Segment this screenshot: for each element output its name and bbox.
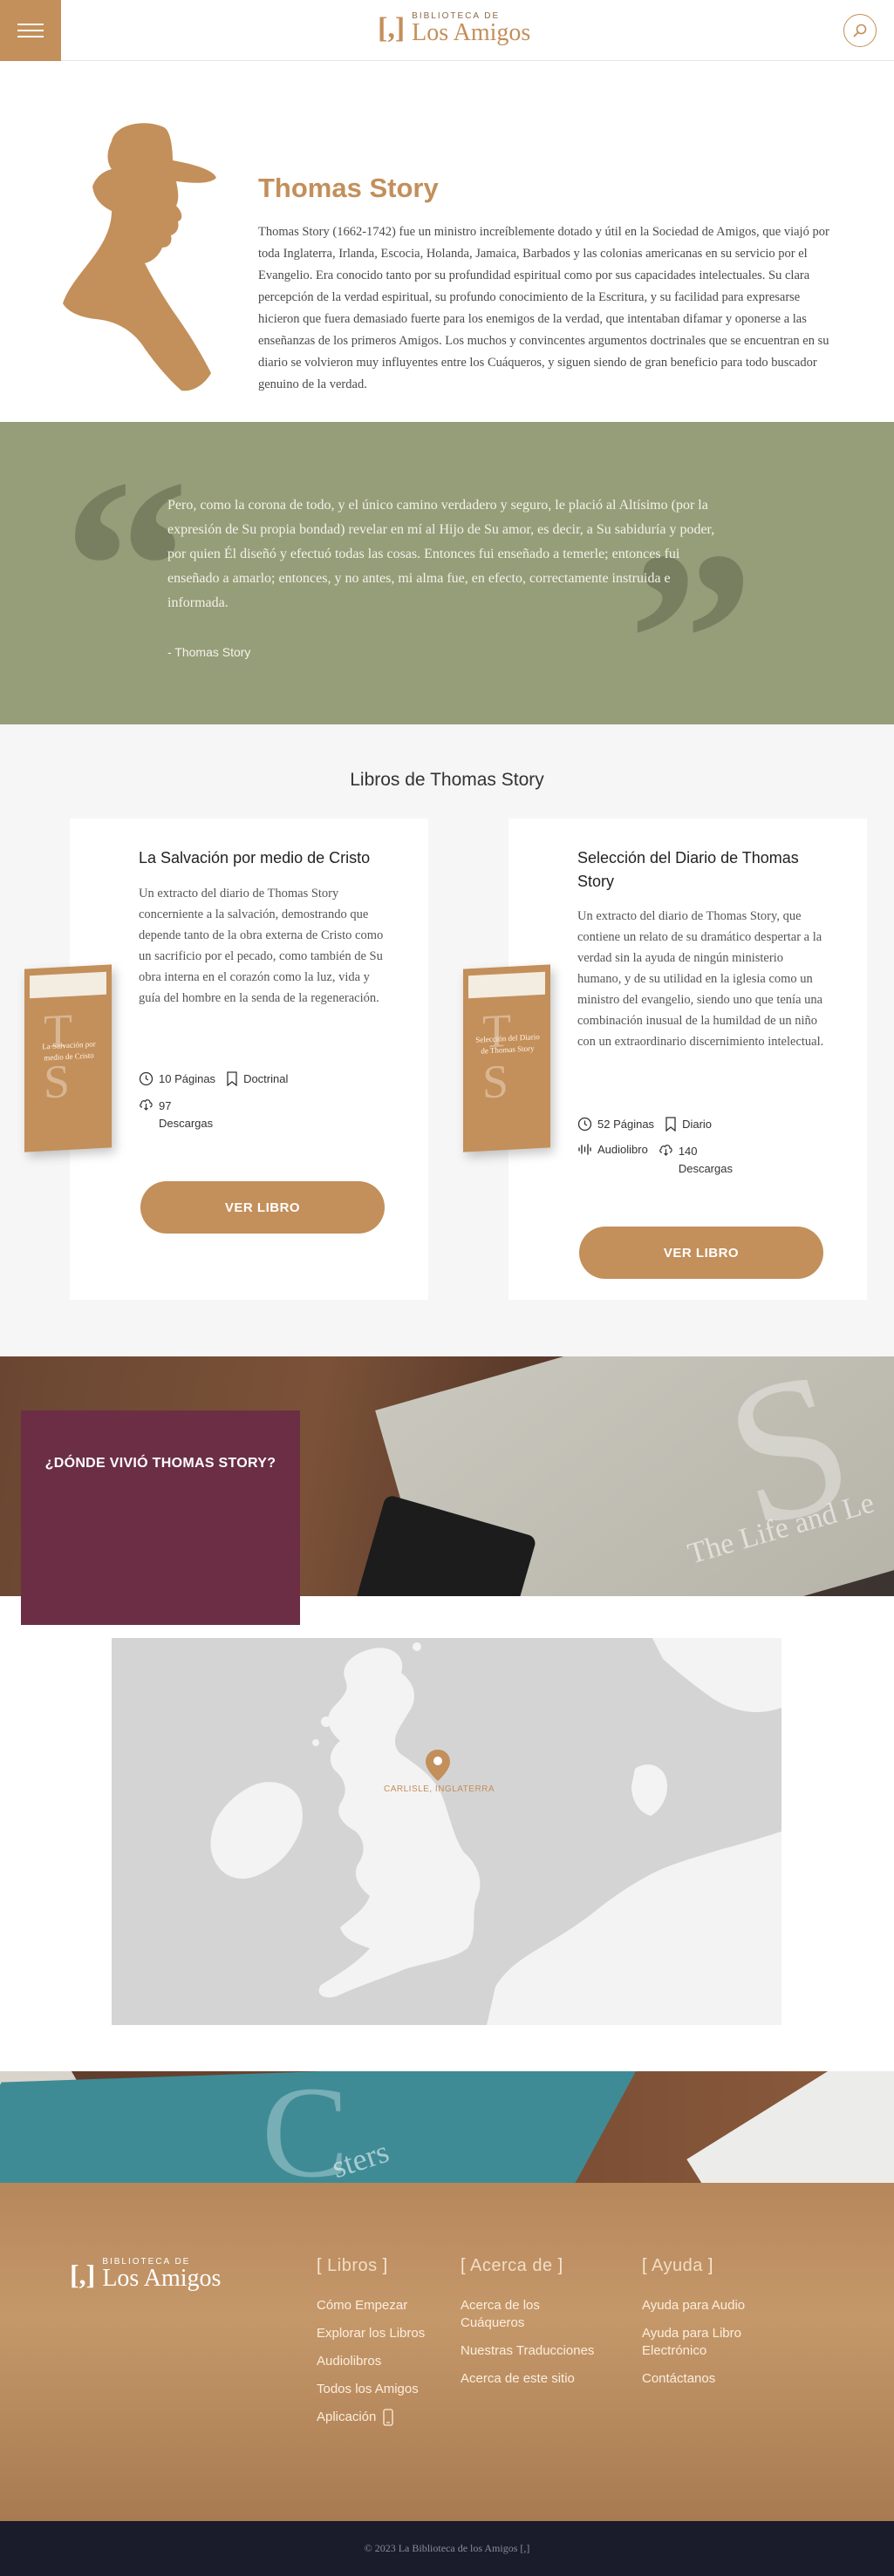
book-meta-row: 10 Páginas Doctrinal (139, 1071, 288, 1086)
map-marker-icon[interactable] (426, 1750, 450, 1781)
site-footer: [,] BIBLIOTECA DE Los Amigos [ Libros ] … (0, 2183, 894, 2521)
book-category: Diario (682, 1118, 713, 1131)
location-map[interactable]: CARLISLE, INGLATERRA (112, 1638, 781, 2025)
cloud-download-icon (140, 1099, 153, 1111)
footer-link[interactable]: Cómo Empezar (317, 2297, 425, 2314)
where-lived-box: ¿DÓNDE VIVIÓ THOMAS STORY? (21, 1410, 300, 1625)
audio-waveform-icon (578, 1144, 591, 1155)
downloads-label: Descargas (678, 1162, 733, 1175)
book-downloads: 97 Descargas (139, 1098, 213, 1132)
where-lived-title: ¿DÓNDE VIVIÓ THOMAS STORY? (44, 1456, 276, 1471)
view-book-button[interactable]: VER LIBRO (579, 1227, 823, 1279)
background-book-image (686, 2071, 894, 2183)
bookmark-icon (227, 1071, 237, 1086)
footer-link[interactable]: Ayuda para Audio (642, 2297, 781, 2314)
cover-letter: S (482, 1054, 509, 1109)
book-category: Doctrinal (243, 1072, 289, 1085)
downloads-text: 97 Descargas (159, 1098, 213, 1132)
book-cover[interactable]: T S La Salvación por medio de Cristo (24, 964, 112, 1152)
view-book-button[interactable]: VER LIBRO (140, 1181, 385, 1234)
footer-link[interactable]: Acerca de los Cuáqueros (461, 2297, 600, 2332)
footer-link[interactable]: Ayuda para Libro Electrónico (642, 2325, 781, 2360)
book-cover[interactable]: T S Selección del Diario de Thomas Story (463, 964, 550, 1152)
book-title[interactable]: La Salvación por medio de Cristo (139, 846, 400, 870)
logo-big-text: Los Amigos (412, 19, 531, 46)
book-meta-row: 52 Páginas Diario (577, 1117, 712, 1132)
cover-title: Selección del Diario de Thomas Story (475, 1032, 540, 1056)
copyright-bar: © 2023 La Biblioteca de los Amigos [,] (0, 2521, 894, 2576)
search-icon (853, 24, 867, 37)
footer-column-acerca: [ Acerca de ] Acerca de los Cuáqueros Nu… (461, 2256, 600, 2398)
footer-link[interactable]: Audiolibros (317, 2353, 425, 2370)
footer-column-libros: [ Libros ] Cómo Empezar Explorar los Lib… (317, 2256, 425, 2437)
bookmark-icon (665, 1117, 676, 1132)
hamburger-line (17, 30, 44, 31)
clock-icon (577, 1117, 592, 1132)
phone-icon (383, 2409, 394, 2426)
hamburger-line (17, 24, 44, 25)
book-description: Un extracto del diario de Thomas Story, … (577, 909, 824, 1049)
book-pages: 10 Páginas (159, 1072, 216, 1085)
cover-title: La Salvación por medio de Cristo (42, 1039, 96, 1063)
author-intro: Thomas Story Thomas Story (1662-1742) fu… (0, 61, 894, 422)
footer-link-label: Aplicación (317, 2409, 377, 2424)
books-section-title: Libros de Thomas Story (350, 770, 544, 790)
downloads-text: 140 Descargas (679, 1143, 733, 1178)
menu-button[interactable] (0, 0, 61, 61)
footer-link[interactable]: Todos los Amigos (317, 2381, 425, 2398)
footer-link[interactable]: Nuestras Traducciones (461, 2342, 600, 2360)
book-pages: 52 Páginas (597, 1118, 655, 1131)
footer-link[interactable]: Explorar los Libros (317, 2325, 425, 2342)
hamburger-line (17, 36, 44, 37)
logo-mark: [,] (70, 2259, 96, 2290)
author-name: Thomas Story (258, 173, 439, 203)
logo-big-text: Los Amigos (102, 2265, 222, 2292)
logo-text: BIBLIOTECA DE Los Amigos (102, 2258, 221, 2291)
cloud-download-icon (659, 1145, 672, 1156)
map-land (112, 1638, 781, 2025)
map-marker-label: CARLISLE, INGLATERRA (384, 1784, 495, 1794)
site-logo[interactable]: [,] BIBLIOTECA DE Los Amigos (378, 12, 530, 45)
footer-link[interactable]: Acerca de este sitio (461, 2370, 600, 2388)
logo-text: BIBLIOTECA DE Los Amigos (412, 12, 530, 45)
author-silhouette-icon (63, 123, 216, 391)
book-card: T S Selección del Diario de Thomas Story… (463, 819, 867, 1300)
book-meta-row: Audiolibro 140 Descargas (577, 1143, 733, 1178)
downloads-count: 140 (678, 1145, 698, 1158)
footer-column-title: [ Libros ] (317, 2256, 388, 2275)
quote-text: Pero, como la corona de todo, y el único… (167, 498, 715, 610)
footer-image-band: C sters (0, 2071, 894, 2183)
book-audio: Audiolibro (597, 1143, 648, 1156)
downloads-label: Descargas (159, 1117, 214, 1130)
copyright-text: © 2023 La Biblioteca de los Amigos [,] (364, 2542, 530, 2554)
book-description: Un extracto del diario de Thomas Story c… (139, 887, 384, 1005)
footer-link-app[interactable]: Aplicación (317, 2409, 425, 2426)
footer-column-title: [ Ayuda ] (642, 2256, 713, 2275)
footer-column-title: [ Acerca de ] (461, 2256, 563, 2275)
cover-header (468, 971, 545, 999)
logo-mark: [,] (378, 12, 406, 44)
site-header: [,] BIBLIOTECA DE Los Amigos (0, 0, 894, 61)
clock-icon (139, 1071, 154, 1086)
book-card: T S La Salvación por medio de Cristo La … (24, 819, 428, 1300)
search-button[interactable] (843, 14, 877, 47)
footer-logo[interactable]: [,] BIBLIOTECA DE Los Amigos (70, 2258, 221, 2291)
map-section: CARLISLE, INGLATERRA (0, 1596, 894, 2071)
books-section: Libros de Thomas Story T S La Salvación … (0, 724, 894, 1356)
downloads-count: 97 (159, 1099, 172, 1112)
author-bio: Thomas Story (1662-1742) fue un ministro… (258, 225, 829, 391)
cover-header (30, 971, 106, 999)
book-title[interactable]: Selección del Diario de Thomas Story (577, 846, 839, 894)
quote-section: “ ” Pero, como la corona de todo, y el ú… (0, 422, 894, 724)
quote-author: - Thomas Story (167, 645, 251, 659)
footer-link[interactable]: Contáctanos (642, 2370, 781, 2388)
footer-column-ayuda: [ Ayuda ] Ayuda para Audio Ayuda para Li… (642, 2256, 781, 2398)
